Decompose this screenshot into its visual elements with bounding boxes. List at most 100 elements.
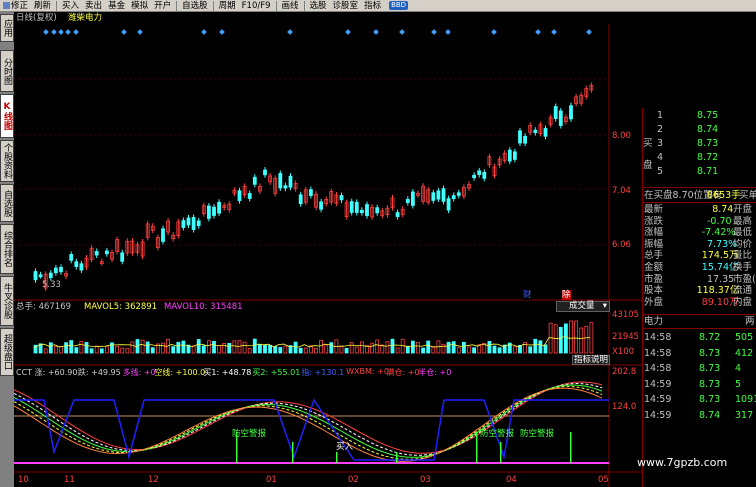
volume-bar [467, 346, 471, 354]
event-tag-finance[interactable]: 财 [523, 290, 532, 300]
candle-body [395, 212, 400, 217]
toolbar-button-f10[interactable]: F10/F9 [239, 0, 274, 12]
tick-time: 14:59 [644, 378, 672, 390]
dropdown-arrow-icon: ▾ [602, 301, 607, 311]
toolbar-button-simulate[interactable]: 模拟 [128, 0, 151, 12]
toolbar-button-fund[interactable]: 基金 [105, 0, 128, 12]
candle-body [436, 190, 441, 200]
toolbar-button-open-account[interactable]: 开户 [151, 0, 174, 12]
summary-volume: 8653手 [707, 190, 741, 201]
candle-body [38, 274, 43, 278]
signal-diamond [51, 29, 57, 35]
volume-bar [257, 343, 262, 354]
volume-bar [273, 346, 278, 354]
ticks-header: 两 [745, 316, 755, 327]
volume-bar [329, 342, 334, 354]
level-number: 1 [657, 110, 664, 121]
signal-diamond [445, 29, 451, 35]
level-number: 5 [657, 166, 664, 177]
tab-intraday[interactable]: 分时图 [0, 50, 14, 92]
quote-key: 开盘 [733, 204, 753, 215]
volume-bar [201, 345, 206, 354]
tab-watchlist[interactable]: 自选股 [0, 184, 14, 222]
indicator-dropdown[interactable]: 成交量 ▾ [556, 301, 610, 312]
toolbar-button-diagnosis[interactable]: 诊股室 [330, 0, 362, 12]
date-axis-label: 01 [266, 475, 277, 485]
kline-chart-area[interactable]: 日线(复权) 潍柴电力 8.00 7.04 6.06 5.33 财 除 总手: … [14, 12, 642, 487]
volume-bar [446, 341, 451, 354]
tab-stock-info[interactable]: 个股资料 [0, 140, 14, 182]
quote-key: 金额 [644, 262, 664, 273]
toolbar-button-buy[interactable]: 买入 [59, 0, 82, 12]
candle-body [161, 228, 165, 242]
volume-bar [528, 346, 533, 354]
volume-bar [487, 340, 492, 354]
indicator-legend-item: 多线: +0 [122, 368, 156, 377]
quote-row: 外盘 89.10万 内盘 [643, 297, 756, 308]
quote-row: 市盈 17.35市盈(动) [643, 274, 756, 285]
quote-key: 量比 [733, 250, 753, 262]
candle-body [446, 198, 451, 211]
signal-diamond [73, 29, 79, 35]
volume-bar [206, 340, 211, 354]
toolbar-button-refresh[interactable]: 刷新 [31, 0, 54, 12]
indicator-help-button[interactable]: 指标说明 [572, 355, 610, 365]
volume-bar [84, 342, 89, 354]
level-price: 8.73 [697, 138, 719, 149]
candle-body [191, 216, 196, 230]
toolbar-button-draw[interactable]: 画线 [279, 0, 302, 12]
volume-bar [293, 341, 298, 354]
volume-bar [232, 340, 237, 354]
volume-bar [584, 325, 589, 354]
tab-super-panel[interactable]: 超级盘口 [0, 328, 14, 376]
indicator-legend-item: 半仓: +0 [418, 368, 452, 377]
volume-bar [247, 348, 252, 354]
tab-apps[interactable]: 应用 [0, 14, 14, 42]
tab-ranking[interactable]: 综合排名 [0, 224, 14, 274]
quote-row: 总手 174.5万 量比 [643, 250, 756, 261]
tab-kline[interactable]: K线图 [0, 94, 14, 138]
volume-bar [421, 347, 426, 354]
tick-volume: 317 [735, 409, 754, 421]
toolbar-button-indicator[interactable]: 指标 [361, 0, 384, 12]
tick-price: 8.73 [699, 378, 721, 390]
quote-row: 涨跌 -0.70 最高 [643, 216, 756, 227]
quote-panel: 买盘 1 8.75 2 8.74 3 8.73 4 8.72 5 8.71 在买盘8.70位置有 865… [642, 108, 756, 487]
tick-volume: 412 [735, 347, 754, 359]
price-axis-label: 7.04 [612, 186, 631, 196]
level-number: 3 [657, 138, 664, 149]
volume-bar [283, 345, 288, 354]
candle-body [308, 189, 313, 196]
toolbar-button-period[interactable]: 周期 [216, 0, 239, 12]
order-level: 4 8.72 [643, 152, 756, 163]
signal-bar [500, 442, 502, 463]
indicator-line [14, 386, 603, 460]
tick-time: 14:58 [644, 363, 672, 374]
toolbar-button-stock-picker[interactable]: 选股 [307, 0, 330, 12]
toolbar-button-watchlist[interactable]: 自选股 [179, 0, 211, 12]
quote-key: 内盘 [733, 296, 753, 308]
volume-bar [314, 347, 318, 354]
tick-volume: 5 [735, 378, 742, 390]
quote-row: 涨幅 -7.42% 最低 [643, 227, 756, 238]
signal-diamond [43, 29, 49, 35]
price-axis-label: 8.00 [612, 131, 631, 141]
volume-bar [140, 339, 145, 354]
volume-bar [212, 340, 216, 354]
signal-bar [336, 452, 338, 463]
order-level: 5 8.71 [643, 166, 756, 177]
date-axis-label: 10 [18, 475, 29, 485]
quote-key: 最新 [644, 204, 664, 215]
annotation-label: 防空警报 [480, 429, 515, 439]
tab-diagnosis[interactable]: 牛叉诊股 [0, 276, 14, 326]
event-tag-dividend[interactable]: 除 [562, 290, 571, 300]
toolbar-button-edit[interactable]: 修正 [0, 0, 31, 12]
indicator-legend-item: 空线: +100.0 [154, 368, 206, 377]
candlesticks [33, 82, 594, 292]
candle-body [354, 201, 359, 213]
tick-volume: 505 [735, 332, 754, 343]
volume-bar [533, 338, 538, 354]
quote-key: 股本 [644, 285, 664, 297]
toolbar-button-bbd[interactable]: BBD [384, 0, 411, 12]
toolbar-button-sell[interactable]: 卖出 [82, 0, 105, 12]
